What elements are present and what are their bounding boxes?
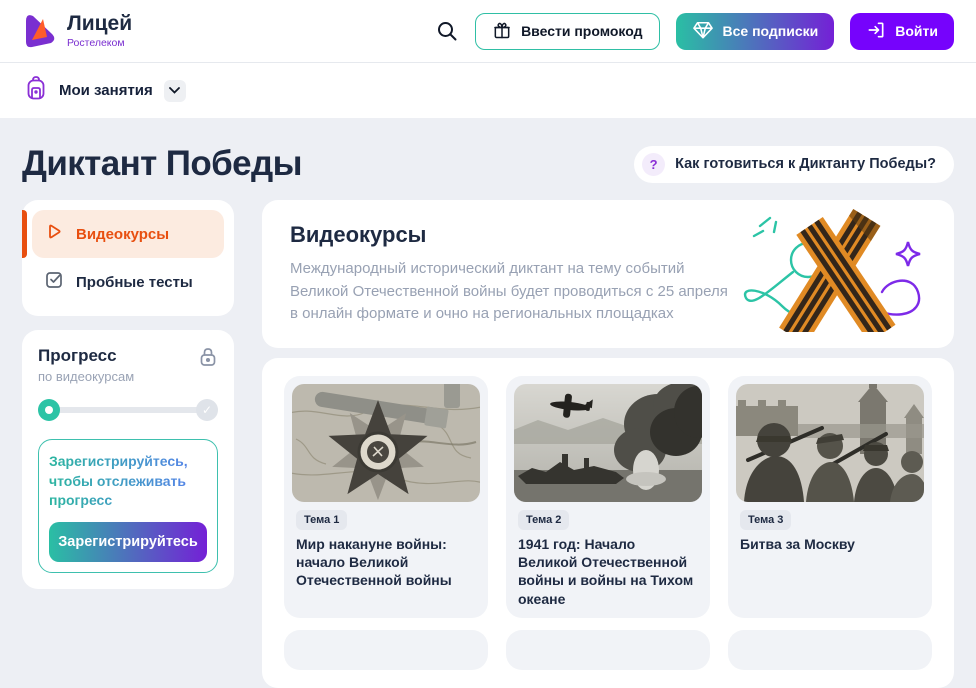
course-title: 1941 год: Начало Великой Отечественной в… — [518, 535, 698, 609]
how-to-prepare-link[interactable]: ? Как готовиться к Диктанту Победы? — [634, 146, 954, 183]
how-to-prepare-label: Как готовиться к Диктанту Победы? — [675, 156, 936, 172]
subnav: Мои занятия — [0, 62, 976, 118]
login-label: Войти — [895, 23, 938, 39]
course-image-medal-on-map — [292, 384, 480, 502]
register-note: Зарегистрируйтесь, чтобы отслеживать про… — [49, 452, 207, 511]
login-arrow-icon — [866, 20, 886, 43]
backpack-icon — [24, 75, 48, 106]
section-title: Видеокурсы — [290, 222, 926, 248]
promo-code-button[interactable]: Ввести промокод — [475, 13, 659, 50]
register-button[interactable]: Зарегистрируйтесь — [49, 522, 207, 562]
question-icon: ? — [642, 153, 665, 176]
sidebar: Видеокурсы Пробные тесты Прогресс — [22, 200, 234, 589]
register-prompt-box: Зарегистрируйтесь, чтобы отслеживать про… — [38, 439, 218, 573]
promo-code-label: Ввести промокод — [521, 23, 642, 39]
active-item-indicator — [22, 210, 27, 258]
next-course-row-preview — [284, 630, 932, 670]
page-content: Диктант Победы ? Как готовиться к Диктан… — [0, 144, 976, 688]
sidebar-item-practice-tests[interactable]: Пробные тесты — [32, 258, 224, 306]
course-card-theme-3[interactable]: Тема 3 Битва за Москву — [728, 376, 932, 619]
progress-subtitle: по видеокурсам — [38, 369, 134, 384]
course-title: Битва за Москву — [740, 535, 920, 553]
gift-icon — [492, 20, 512, 43]
sidebar-item-label: Видеокурсы — [76, 226, 169, 243]
my-classes-menu[interactable]: Мои занятия — [59, 82, 153, 99]
course-badge: Тема 2 — [518, 510, 569, 530]
title-row: Диктант Победы ? Как готовиться к Диктан… — [22, 144, 954, 184]
section-description: Международный исторический диктант на те… — [290, 258, 735, 326]
all-subscriptions-button[interactable]: Все подписки — [676, 13, 835, 50]
diamond-icon — [692, 20, 714, 43]
course-card-theme-2[interactable]: Тема 2 1941 год: Начало Великой Отечеств… — [506, 376, 710, 619]
course-card-theme-1[interactable]: Тема 1 Мир накануне войны: начало Велико… — [284, 376, 488, 619]
logo-title: Лицей — [67, 13, 132, 34]
main-column: Видеокурсы Международный исторический ди… — [262, 200, 954, 688]
chevron-down-icon[interactable] — [164, 80, 186, 102]
logo-subtitle: Ростелеком — [67, 37, 132, 49]
progress-card: Прогресс по видеокурсам ✓ — [22, 330, 234, 589]
lyceum-logo-icon — [22, 9, 58, 54]
course-card-partial[interactable] — [284, 630, 488, 670]
progress-knob[interactable] — [38, 399, 60, 421]
progress-title: Прогресс — [38, 346, 134, 366]
checkbox-icon — [44, 270, 64, 294]
course-title: Мир накануне войны: начало Великой Отече… — [296, 535, 476, 590]
course-card-partial[interactable] — [506, 630, 710, 670]
play-icon — [44, 222, 64, 246]
course-badge: Тема 3 — [740, 510, 791, 530]
course-grid: Тема 1 Мир накануне войны: начало Велико… — [284, 376, 932, 619]
search-icon[interactable] — [435, 19, 459, 43]
sidebar-item-videocourses[interactable]: Видеокурсы — [32, 210, 224, 258]
page-title: Диктант Победы — [22, 144, 302, 184]
courses-panel: Тема 1 Мир накануне войны: начало Велико… — [262, 358, 954, 688]
course-card-partial[interactable] — [728, 630, 932, 670]
top-header: Лицей Ростелеком Ввести промокод — [0, 0, 976, 62]
course-image-aircraft-over-ships — [514, 384, 702, 502]
sidebar-item-label: Пробные тесты — [76, 274, 193, 291]
check-icon: ✓ — [196, 399, 218, 421]
lock-icon — [198, 346, 218, 373]
progress-track — [38, 407, 218, 413]
login-button[interactable]: Войти — [850, 13, 954, 50]
all-subscriptions-label: Все подписки — [723, 23, 819, 39]
course-badge: Тема 1 — [296, 510, 347, 530]
header-actions: Ввести промокод Все подписки Войти — [435, 13, 954, 50]
progress-slider[interactable]: ✓ — [38, 399, 218, 421]
lyceum-logo[interactable]: Лицей Ростелеком — [22, 9, 132, 54]
sidebar-menu: Видеокурсы Пробные тесты — [22, 200, 234, 316]
videocourses-banner: Видеокурсы Международный исторический ди… — [262, 200, 954, 348]
course-image-soldiers-kremlin — [736, 384, 924, 502]
